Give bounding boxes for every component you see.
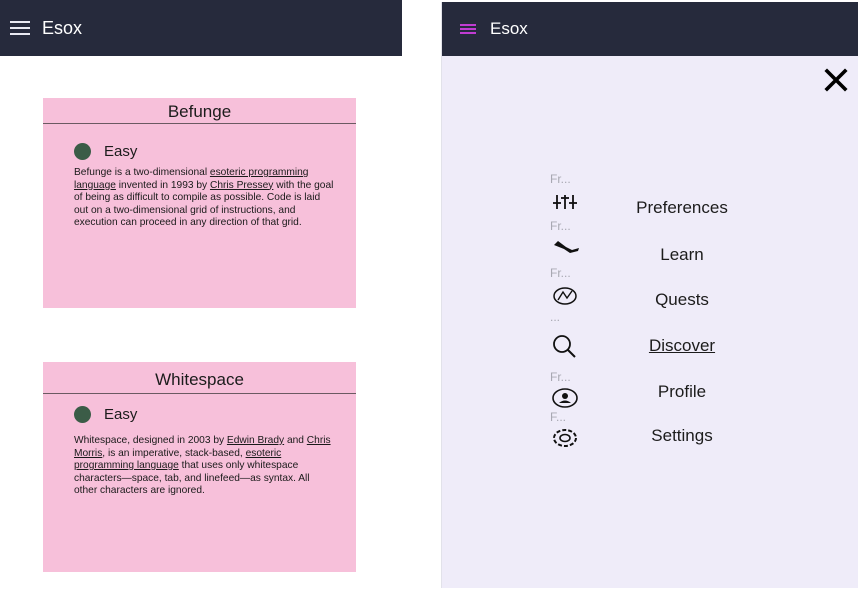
difficulty-row: Easy <box>74 406 356 423</box>
profile-icon <box>552 388 578 410</box>
edwin-brady-link[interactable]: Edwin Brady <box>227 435 284 446</box>
difficulty-row: Easy <box>74 143 356 160</box>
nav-item-quests[interactable]: Fr... Quests <box>442 266 858 310</box>
search-icon <box>552 334 578 358</box>
app-bar: Esox <box>0 0 402 56</box>
close-icon[interactable] <box>824 68 848 92</box>
app-bar: Esox <box>442 2 858 56</box>
nav-tooltip: Fr... <box>550 172 571 186</box>
nav-item-settings[interactable]: F... Settings <box>442 408 858 452</box>
app-title: Esox <box>490 19 528 38</box>
nav-label: Profile <box>657 382 707 401</box>
card-title: Whitespace <box>43 362 356 394</box>
sliders-icon <box>552 192 578 214</box>
language-card[interactable]: Whitespace Easy Whitespace, designed in … <box>43 362 356 572</box>
nav-tooltip: Fr... <box>550 370 571 384</box>
difficulty-dot-icon <box>74 406 91 423</box>
nav-tooltip: Fr... <box>550 219 571 233</box>
desc-text: invented in 1993 by <box>115 179 210 191</box>
desc-text: Whitespace, designed in 2003 by <box>74 435 227 446</box>
settings-icon <box>552 428 578 450</box>
nav-item-discover[interactable]: ... Discover <box>442 310 858 360</box>
learn-icon <box>552 237 579 259</box>
desc-text: , is an imperative, stack-based, <box>102 447 246 459</box>
hamburger-menu-icon[interactable] <box>10 21 30 35</box>
difficulty-dot-icon <box>74 143 91 160</box>
chris-pressey-link[interactable]: Chris Pressey <box>210 180 273 191</box>
nav-tooltip: ... <box>550 310 561 324</box>
difficulty-label: Easy <box>104 406 138 423</box>
app-title: Esox <box>42 17 83 38</box>
hamburger-menu-icon[interactable] <box>460 24 476 34</box>
nav-label: Quests <box>655 290 709 309</box>
quests-icon <box>552 286 578 308</box>
nav-label: Learn <box>660 245 704 264</box>
card-description: Whitespace, designed in 2003 by Edwin Br… <box>74 435 334 498</box>
card-title: Befunge <box>43 98 356 124</box>
nav-label: Settings <box>651 426 713 445</box>
nav-tooltip: Fr... <box>550 266 571 280</box>
desc-text: Befunge is a two-dimensional <box>74 167 210 178</box>
drawer-screen: Esox Fr... Preferences Fr... Learn Fr... <box>441 2 858 588</box>
nav-item-profile[interactable]: Fr... Profile <box>442 368 858 412</box>
nav-item-learn[interactable]: Fr... Learn <box>442 219 858 264</box>
nav-label: Preferences <box>636 198 728 217</box>
difficulty-label: Easy <box>104 143 138 160</box>
language-card[interactable]: Befunge Easy Befunge is a two-dimensiona… <box>43 98 356 308</box>
card-description: Befunge is a two-dimensional esoteric pr… <box>74 167 334 230</box>
main-screen: Esox Befunge Easy Befunge is a two-dimen… <box>0 0 402 614</box>
nav-label: Discover <box>648 336 716 355</box>
desc-text: and <box>284 435 307 446</box>
nav-tooltip: F... <box>550 410 567 424</box>
nav-item-preferences[interactable]: Fr... Preferences <box>442 172 858 217</box>
